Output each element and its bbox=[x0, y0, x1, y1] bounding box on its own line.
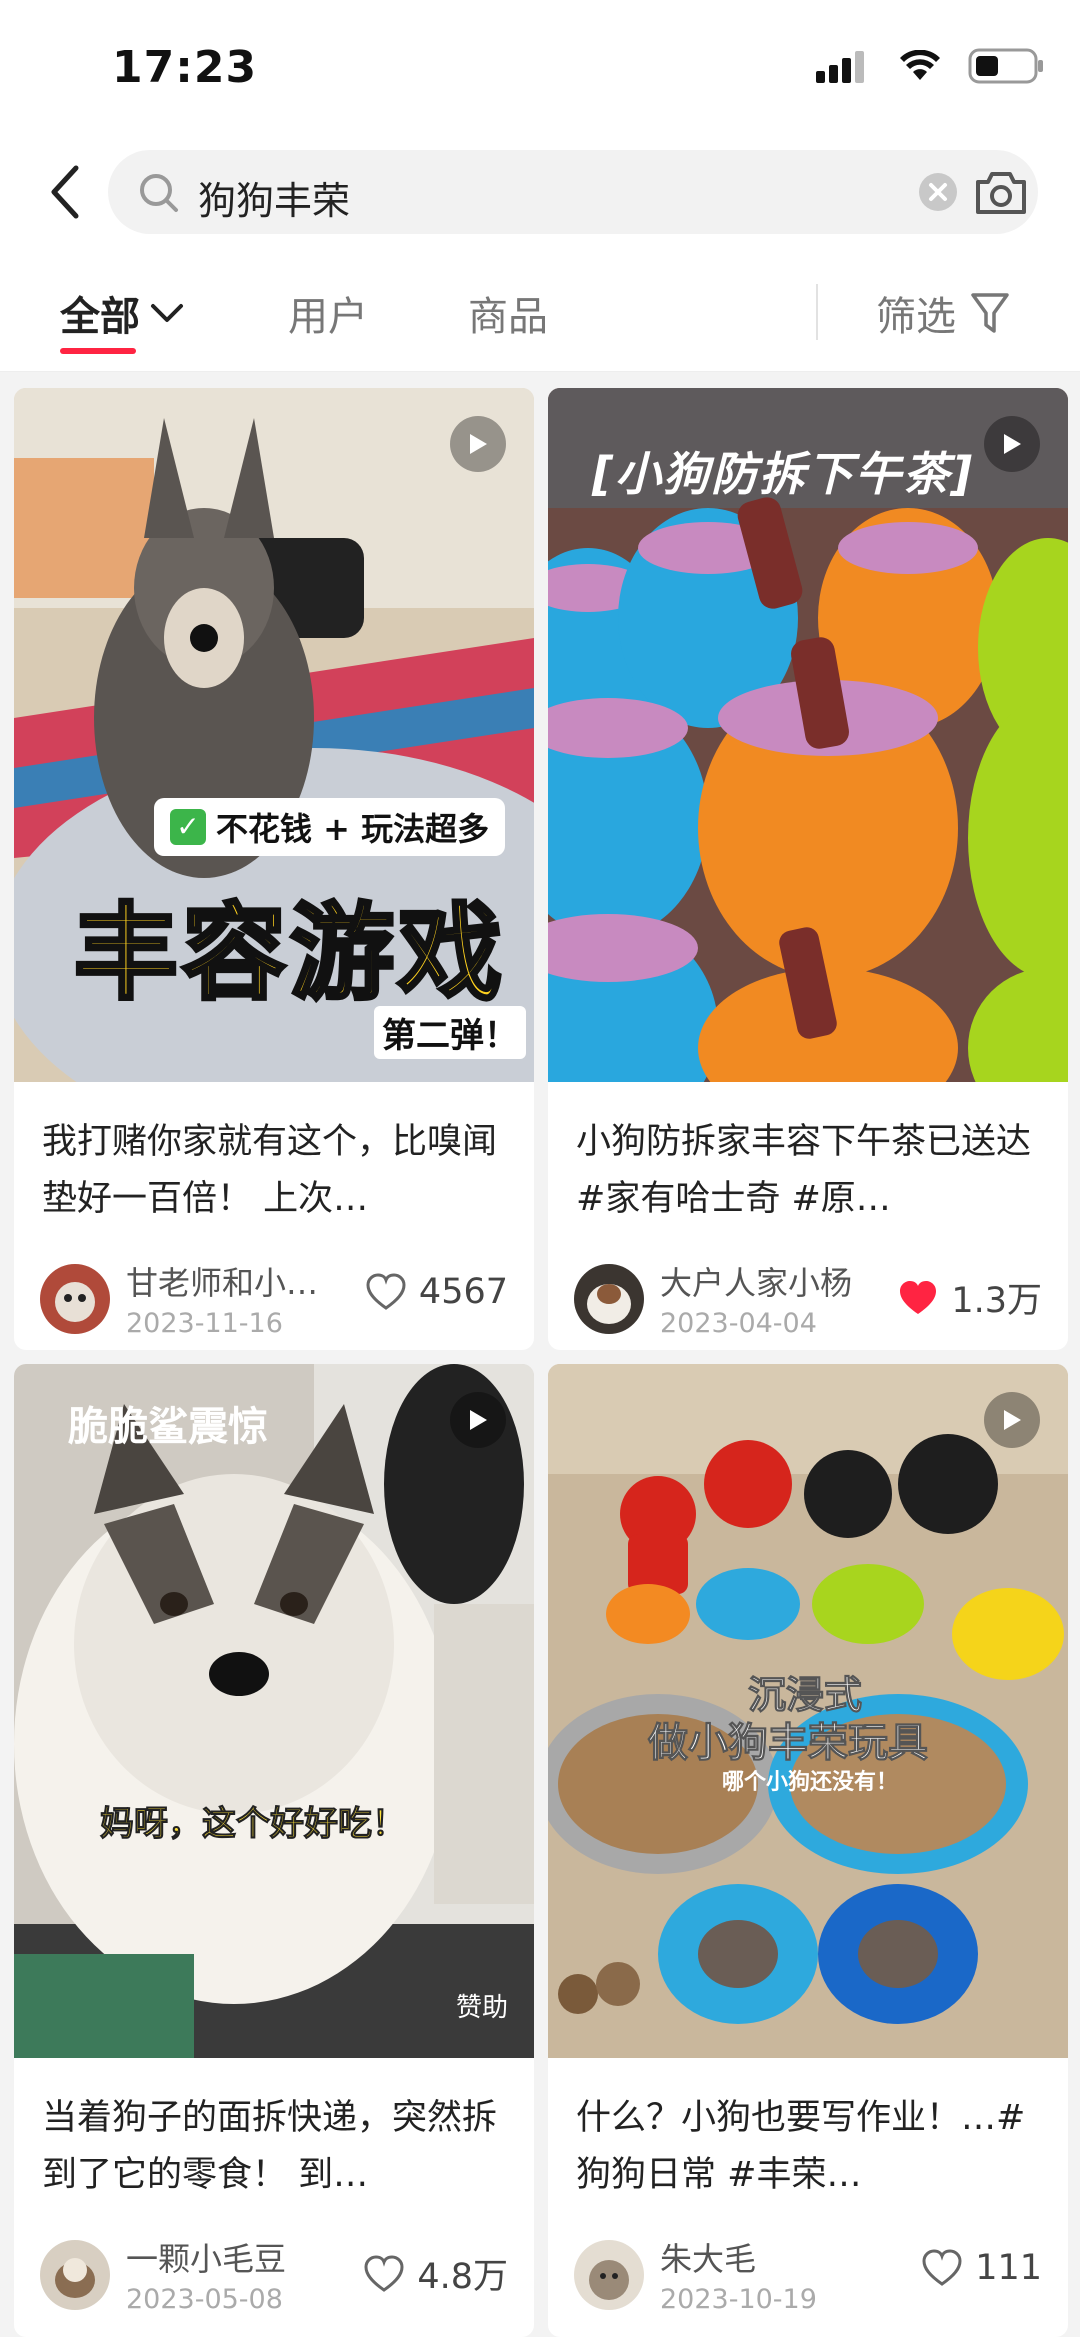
filter-label: 筛选 bbox=[876, 294, 956, 340]
note-card[interactable]: [小狗防拆下午茶] 小狗防拆家丰容下午茶已送达 #家有哈士奇 #原… 大户人家小… bbox=[548, 388, 1068, 1350]
wifi-icon bbox=[900, 50, 940, 80]
play-icon bbox=[1004, 1410, 1021, 1430]
card-author[interactable]: 大户人家小杨 2023-04-04 bbox=[574, 1258, 852, 1339]
like-count: 4567 bbox=[418, 1272, 508, 1312]
status-bar: 17:23 bbox=[0, 0, 1080, 140]
card-cover[interactable]: ✓ 不花钱 + 玩法超多 丰容游戏 第二弹！ bbox=[14, 388, 534, 1082]
tabs-row: 全部 用户 商品 筛选 bbox=[0, 244, 1080, 372]
filter-button[interactable]: 筛选 bbox=[876, 284, 1010, 342]
cover-subcaption: 第二弹！ bbox=[374, 1006, 526, 1059]
like-count: 1.3万 bbox=[951, 1281, 1042, 1321]
chevron-left-icon bbox=[51, 165, 79, 219]
card-title[interactable]: 小狗防拆家丰容下午茶已送达 #家有哈士奇 #原… bbox=[576, 1114, 1046, 1228]
cover-caption: ✓ 不花钱 + 玩法超多 bbox=[154, 798, 506, 856]
clear-icon[interactable] bbox=[918, 172, 958, 212]
tab-divider bbox=[816, 284, 818, 340]
card-author[interactable]: 朱大毛 2023-10-19 bbox=[574, 2234, 817, 2315]
check-icon: ✓ bbox=[170, 809, 206, 845]
active-tab-indicator bbox=[60, 348, 136, 354]
video-badge bbox=[450, 416, 506, 472]
avatar[interactable] bbox=[40, 2239, 110, 2310]
video-badge bbox=[450, 1392, 506, 1448]
tab-all-label: 全部 bbox=[60, 294, 140, 340]
card-author[interactable]: 一颗小毛豆 2023-05-08 bbox=[40, 2234, 286, 2315]
search-box[interactable]: 狗狗丰荣 bbox=[108, 150, 1038, 234]
camera-icon[interactable] bbox=[974, 168, 1028, 216]
like-button[interactable]: 1.3万 bbox=[897, 1272, 1042, 1323]
battery-icon bbox=[968, 48, 1043, 84]
tab-products[interactable]: 商品 bbox=[468, 284, 548, 342]
cover-subtitle: 妈呀，这个好好吃！ bbox=[100, 1804, 407, 1845]
filter-icon bbox=[971, 293, 1009, 333]
card-title[interactable]: 当着狗子的面拆快递，突然拆到了它的零食！ 到… bbox=[42, 2090, 512, 2204]
cover-caption-text: 不花钱 + 玩法超多 bbox=[216, 810, 490, 848]
avatar[interactable] bbox=[574, 1263, 644, 1334]
card-cover[interactable]: 沉浸式 做小狗丰荣玩具 哪个小狗还没有！ bbox=[548, 1364, 1068, 2058]
cover-caption: 脆脆鲨震惊 bbox=[68, 1404, 268, 1450]
like-count: 4.8万 bbox=[417, 2257, 508, 2297]
author-meta: 一颗小毛豆 2023-05-08 bbox=[126, 2234, 286, 2315]
author-name[interactable]: 甘老师和小… bbox=[126, 1258, 318, 1304]
card-cover[interactable]: [小狗防拆下午茶] bbox=[548, 388, 1068, 1082]
play-icon bbox=[470, 434, 487, 454]
author-meta: 朱大毛 2023-10-19 bbox=[660, 2234, 817, 2315]
card-title[interactable]: 什么？小狗也要写作业！…#狗狗日常 #丰荣… bbox=[576, 2090, 1046, 2204]
chevron-down-icon bbox=[151, 304, 183, 322]
author-meta: 甘老师和小… 2023-11-16 bbox=[126, 1258, 318, 1339]
author-name[interactable]: 朱大毛 bbox=[660, 2234, 817, 2280]
post-date: 2023-11-16 bbox=[126, 1308, 283, 1339]
like-count: 111 bbox=[975, 2248, 1042, 2288]
play-icon bbox=[1004, 434, 1021, 454]
sponsor-badge: 赞助 bbox=[455, 1993, 508, 2023]
search-row: 狗狗丰荣 bbox=[0, 140, 1080, 244]
signal-icon bbox=[816, 51, 864, 83]
heart-icon bbox=[922, 2249, 962, 2286]
cover-headline: 丰容游戏 bbox=[72, 890, 507, 1016]
cover-headline: [小狗防拆下午茶] bbox=[592, 447, 975, 501]
status-icons bbox=[816, 48, 1044, 84]
post-date: 2023-05-08 bbox=[126, 2284, 283, 2315]
heart-icon bbox=[366, 1273, 406, 1310]
video-badge bbox=[984, 416, 1040, 472]
cover-caption: 哪个小狗还没有！ bbox=[722, 1770, 899, 1795]
note-card[interactable]: ✓ 不花钱 + 玩法超多 丰容游戏 第二弹！ 我打赌你家就有这个，比嗅闻垫好一百… bbox=[14, 388, 534, 1350]
tab-all[interactable]: 全部 bbox=[60, 284, 184, 342]
card-author[interactable]: 甘老师和小… 2023-11-16 bbox=[40, 1258, 318, 1339]
video-badge bbox=[984, 1392, 1040, 1448]
author-meta: 大户人家小杨 2023-04-04 bbox=[660, 1258, 852, 1339]
author-name[interactable]: 一颗小毛豆 bbox=[126, 2234, 286, 2280]
tab-users[interactable]: 用户 bbox=[288, 284, 368, 342]
heart-icon bbox=[364, 2254, 404, 2292]
card-title[interactable]: 我打赌你家就有这个，比嗅闻垫好一百倍！ 上次… bbox=[42, 1114, 512, 1228]
search-input[interactable]: 狗狗丰荣 bbox=[198, 170, 350, 225]
avatar[interactable] bbox=[574, 2239, 644, 2310]
post-date: 2023-10-19 bbox=[660, 2284, 817, 2315]
like-button[interactable]: 4.8万 bbox=[363, 2248, 508, 2299]
back-button[interactable] bbox=[40, 160, 88, 224]
author-name[interactable]: 大户人家小杨 bbox=[660, 1258, 852, 1304]
like-button[interactable]: 111 bbox=[921, 2248, 1042, 2288]
note-card[interactable]: 脆脆鲨震惊 妈呀，这个好好吃！ 赞助 当着狗子的面拆快递，突然拆到了它的零食！ … bbox=[14, 1364, 534, 2337]
like-button[interactable]: 4567 bbox=[365, 1272, 508, 1312]
cover-subtitle: 做小狗丰荣玩具 bbox=[648, 1720, 929, 1767]
heart-filled-icon bbox=[900, 1280, 937, 1314]
post-date: 2023-04-04 bbox=[660, 1308, 817, 1339]
status-time: 17:23 bbox=[112, 42, 258, 93]
cover-image bbox=[14, 1364, 534, 2058]
search-icon bbox=[140, 174, 178, 212]
avatar[interactable] bbox=[40, 1263, 110, 1334]
card-cover[interactable]: 脆脆鲨震惊 妈呀，这个好好吃！ 赞助 bbox=[14, 1364, 534, 2058]
note-card[interactable]: 沉浸式 做小狗丰荣玩具 哪个小狗还没有！ 什么？小狗也要写作业！…#狗狗日常 #… bbox=[548, 1364, 1068, 2337]
play-icon bbox=[470, 1410, 487, 1430]
